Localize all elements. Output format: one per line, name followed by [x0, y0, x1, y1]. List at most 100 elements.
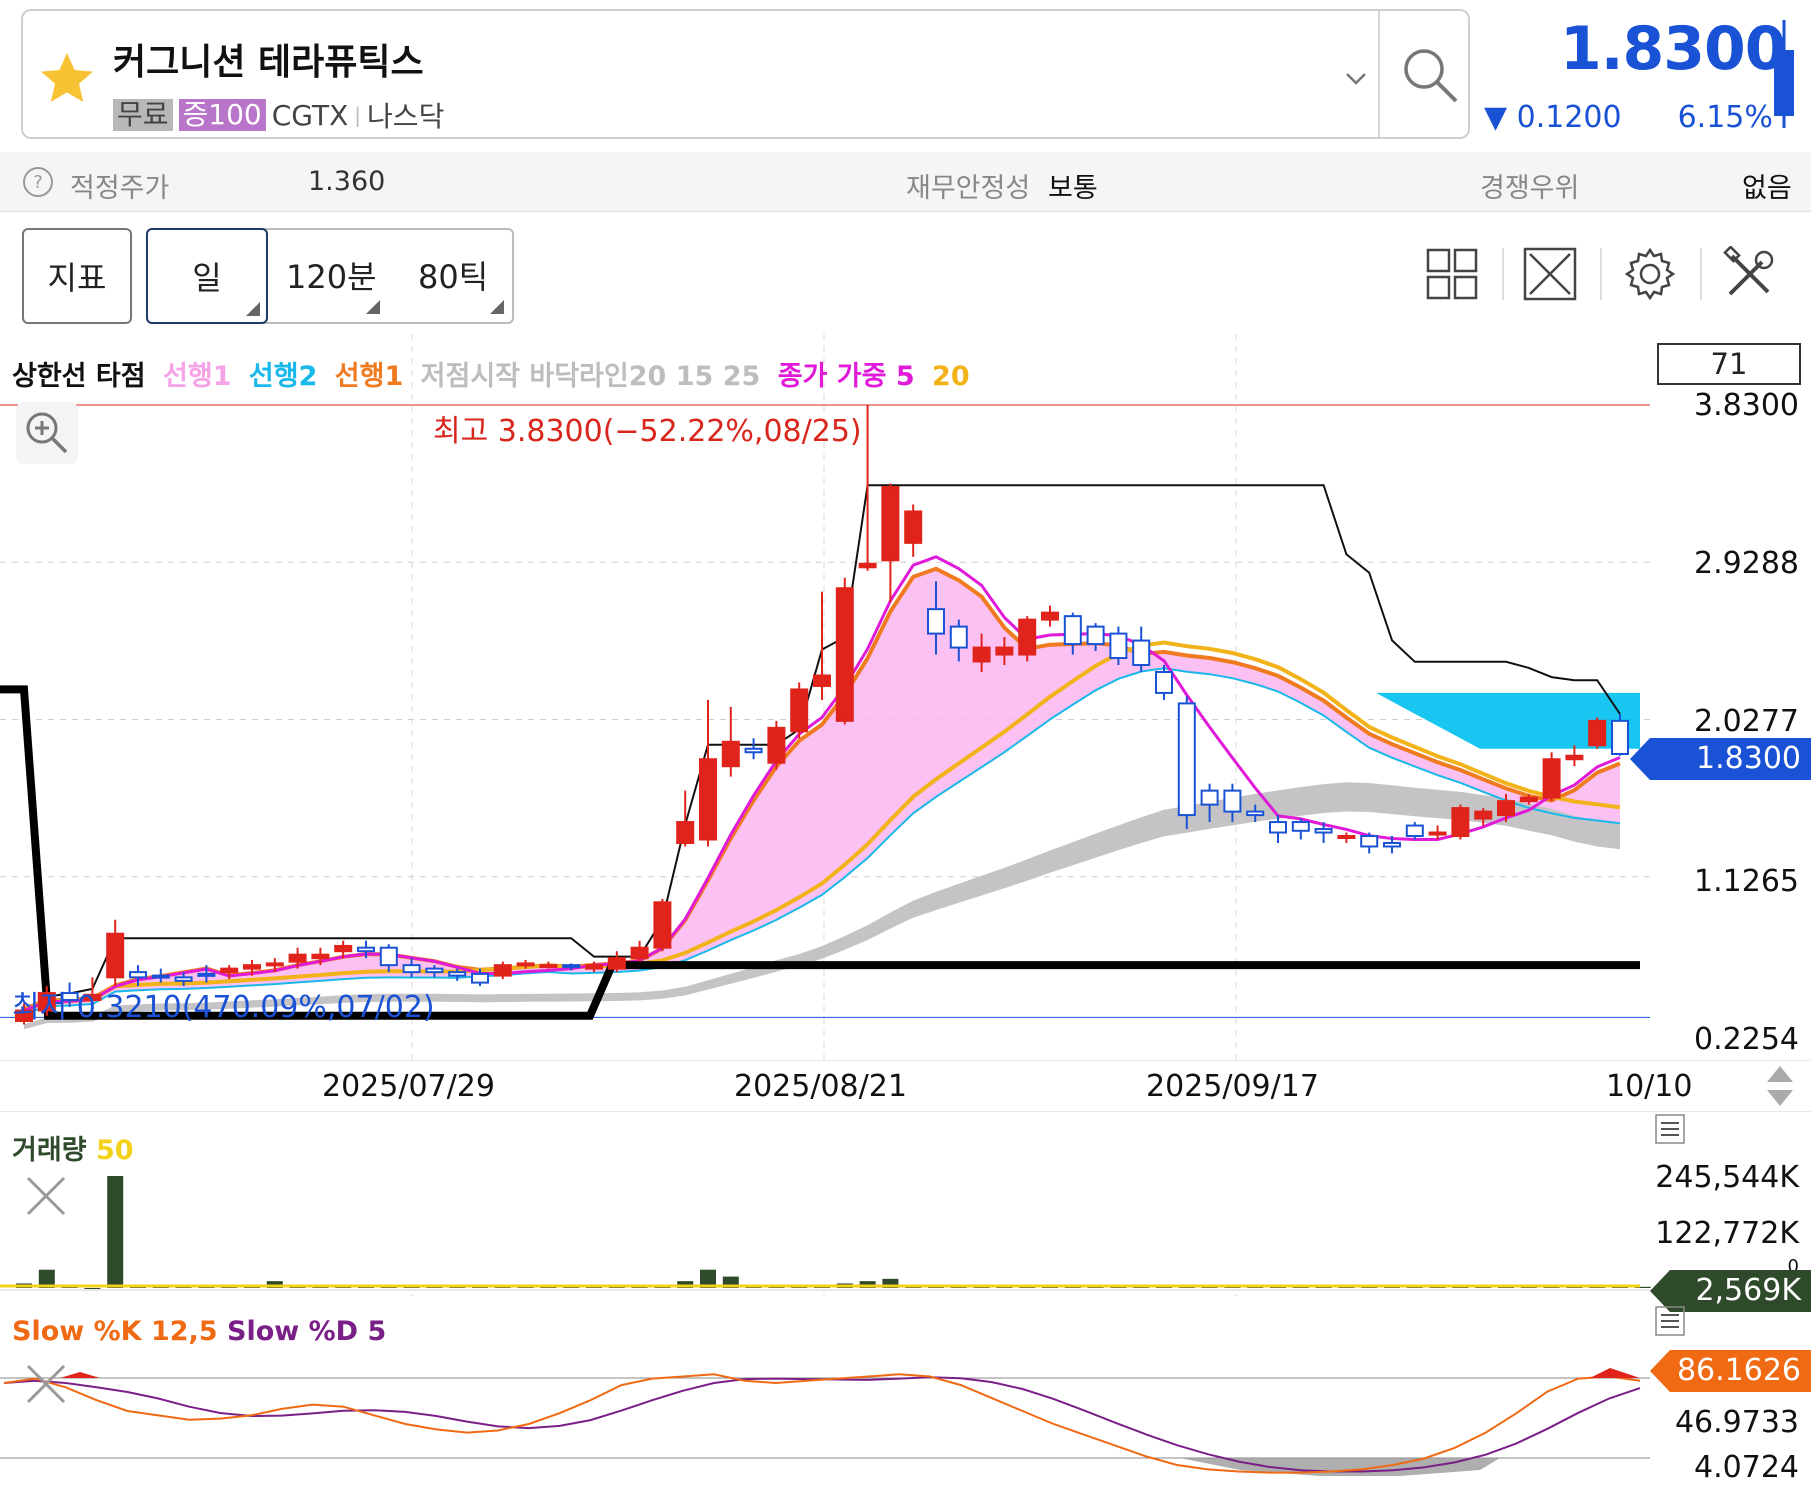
- candle-body: [995, 646, 1014, 656]
- candle-body: [835, 587, 854, 722]
- zoom-in-icon[interactable]: [16, 402, 78, 464]
- period-80tick-button[interactable]: 80틱: [418, 252, 488, 298]
- close-icon[interactable]: [16, 1166, 76, 1226]
- candle-body: [129, 971, 147, 979]
- candle-body: [1405, 824, 1424, 838]
- candle-body: [1086, 625, 1105, 646]
- candle-body: [881, 486, 900, 562]
- candle-body: [1519, 796, 1538, 803]
- fullscreen-icon[interactable]: [1522, 246, 1578, 302]
- tools-icon[interactable]: [1722, 246, 1778, 302]
- dropdown-corner-icon: [366, 300, 380, 314]
- candle-body: [1246, 810, 1265, 817]
- candle-body: [1360, 835, 1379, 848]
- competitive-value: 없음: [1742, 173, 1792, 204]
- info-bar: ? 적정주가 1.360 재무안정성 보통 경쟁우위 없음: [0, 152, 1811, 212]
- tag-margin: 증100: [178, 99, 266, 131]
- current-price-tag: 1.8300: [1630, 738, 1811, 780]
- candle-body: [927, 608, 945, 635]
- price-change: ▼ 0.1200 6.15%: [1484, 100, 1773, 135]
- candle-body: [630, 946, 649, 960]
- tool-divider: [1600, 248, 1602, 300]
- candle-body: [402, 964, 421, 974]
- help-icon[interactable]: ?: [22, 166, 54, 198]
- candle-body: [379, 946, 398, 967]
- change-percent: 6.15%: [1677, 100, 1773, 135]
- date-tick: 2025/07/29: [322, 1069, 495, 1104]
- volume-period: 50: [95, 1135, 134, 1166]
- chevron-down-icon[interactable]: [1341, 63, 1371, 93]
- candle-body: [1177, 702, 1196, 817]
- candle-body: [858, 562, 877, 569]
- volume-axis-tick: 122,772K: [1655, 1216, 1799, 1251]
- volume-panel-bg: [0, 1112, 1811, 1292]
- candle-body: [1155, 670, 1173, 694]
- candle-body: [220, 967, 239, 974]
- layout-grid-icon[interactable]: [1424, 246, 1480, 302]
- candle-body: [1109, 632, 1128, 660]
- date-tick: 10/10: [1606, 1069, 1693, 1104]
- dropdown-corner-icon: [490, 300, 504, 314]
- candle-body: [1383, 841, 1401, 848]
- search-divider: [1378, 11, 1380, 137]
- candle-body: [1132, 639, 1151, 667]
- stoch-d-label: Slow %D 5: [227, 1316, 387, 1347]
- high-price-label: 최고 3.8300(−52.22%,08/25): [433, 414, 862, 449]
- stoch-axis-tick: 46.9733: [1674, 1405, 1799, 1440]
- candle-body: [1565, 754, 1584, 761]
- candle-body: [1269, 821, 1287, 834]
- volume-legend: 거래량 50: [12, 1128, 134, 1167]
- price-axis-tick: 2.9288: [1694, 546, 1799, 581]
- candle-body: [174, 976, 193, 982]
- candle-body: [904, 510, 923, 544]
- exchange: 나스닥: [367, 100, 445, 133]
- panel-menu-icon[interactable]: [1655, 1306, 1685, 1336]
- candle-body: [721, 740, 740, 768]
- legend-item: 20: [932, 361, 970, 392]
- candle-body: [516, 962, 535, 967]
- ticker: CGTX: [271, 98, 349, 132]
- candle-body: [1291, 821, 1310, 832]
- candle-body: [1611, 719, 1629, 755]
- svg-text:?: ?: [33, 172, 43, 193]
- search-icon[interactable]: [1398, 43, 1462, 107]
- candle-body: [265, 962, 284, 967]
- candle-body: [813, 674, 831, 687]
- stock-tags: 무료 증100 CGTX | 나스닥: [113, 95, 444, 135]
- period-day-button[interactable]: 일: [146, 228, 268, 324]
- candle-body: [767, 726, 786, 764]
- candle-body: [1497, 800, 1515, 817]
- indicator-legend: 상한선 타점 선행1 선행2 선행1 저점시작 바닥라인20 15 25 종가 …: [12, 354, 978, 393]
- mini-candle-icon: [1774, 20, 1794, 128]
- date-tick: 2025/09/17: [1146, 1069, 1319, 1104]
- stability-value: 보통: [1048, 173, 1098, 204]
- stock-search-box[interactable]: 커그니션 테라퓨틱스 무료 증100 CGTX | 나스닥: [21, 9, 1470, 139]
- star-icon[interactable]: [35, 47, 99, 111]
- candle-body: [288, 953, 307, 963]
- stoch-k-label: Slow %K 12,5: [12, 1316, 218, 1347]
- fair-price-value: 1.360: [308, 166, 386, 197]
- candle-body: [972, 646, 991, 663]
- candle-body: [311, 953, 330, 960]
- price-axis-tick: 3.8300: [1694, 388, 1799, 423]
- close-icon[interactable]: [16, 1354, 76, 1414]
- price-axis-tick: 0.2254: [1694, 1022, 1799, 1057]
- tool-divider: [1502, 248, 1504, 300]
- candle-body: [744, 747, 763, 754]
- candle-body: [699, 758, 717, 841]
- axis-scroll-icon[interactable]: [1763, 1064, 1797, 1108]
- candle-body: [676, 821, 695, 844]
- candle-body: [790, 688, 809, 733]
- settings-gear-icon[interactable]: [1622, 246, 1678, 302]
- panel-menu-icon[interactable]: [1655, 1114, 1685, 1144]
- stochastic-legend: Slow %K 12,5 Slow %D 5: [12, 1316, 386, 1347]
- chart-toolbar: 지표 일 120분 80틱: [0, 212, 1811, 334]
- period-120min-button[interactable]: 120분: [286, 252, 377, 298]
- candle-body: [106, 932, 125, 979]
- candle-body: [1588, 719, 1607, 747]
- legend-item: 선행1: [163, 361, 232, 392]
- date-axis: 2025/07/29 2025/08/21 2025/09/17 10/10: [0, 1060, 1811, 1112]
- indicator-button[interactable]: 지표: [22, 228, 132, 324]
- period-day-label: 일: [192, 259, 222, 297]
- change-amount: ▼ 0.1200: [1484, 100, 1622, 135]
